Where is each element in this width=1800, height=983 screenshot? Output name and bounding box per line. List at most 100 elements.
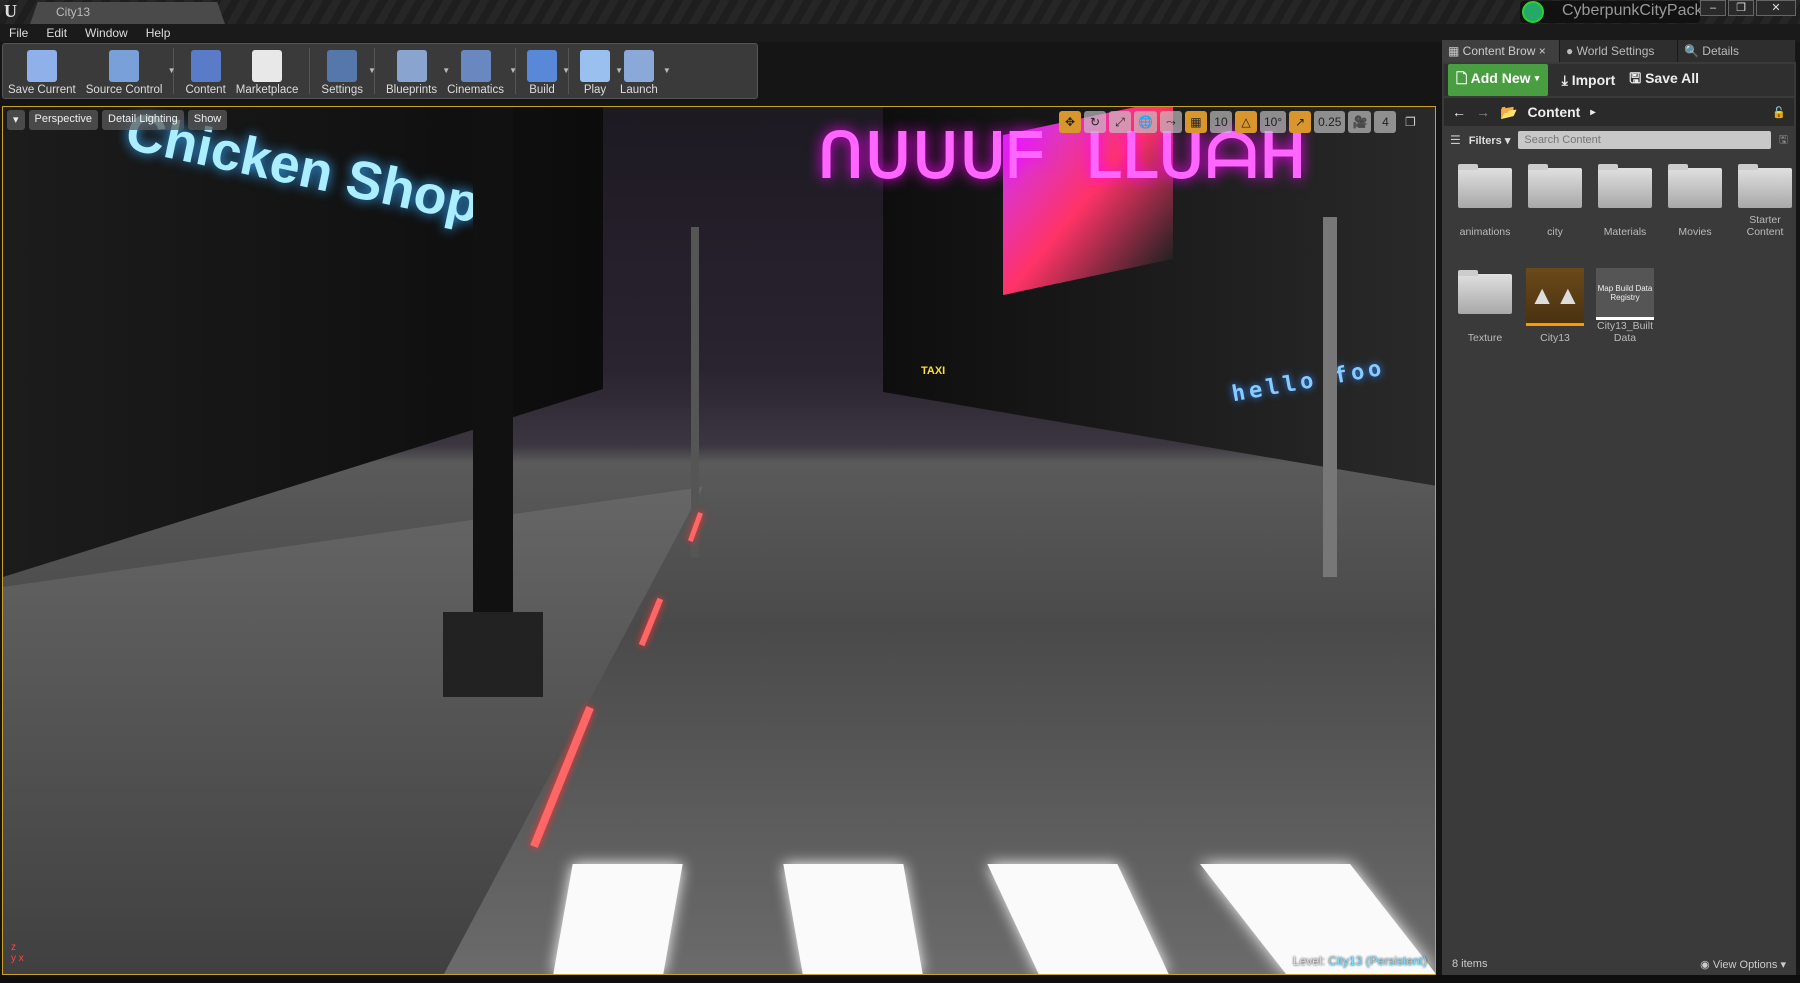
save-all-button[interactable]: 🖫 Save All bbox=[1629, 68, 1699, 92]
filters-button[interactable]: Filters ▾ bbox=[1469, 134, 1511, 147]
content-button[interactable]: Content bbox=[180, 44, 230, 98]
lock-icon[interactable]: 🔓 bbox=[1772, 106, 1786, 119]
asset-tile[interactable]: Materials bbox=[1590, 160, 1660, 260]
tab-details[interactable]: 🔍 Details bbox=[1678, 40, 1796, 62]
view-mode-button[interactable]: Detail Lighting bbox=[102, 110, 184, 130]
blueprints-icon bbox=[396, 50, 427, 82]
save-current-button[interactable]: Save Current bbox=[3, 44, 81, 98]
asset-label: city bbox=[1547, 226, 1563, 238]
asset-tile[interactable]: Texture bbox=[1450, 266, 1520, 366]
rotation-snap-value[interactable]: 10° bbox=[1259, 111, 1287, 133]
dropdown-arrow-icon[interactable]: ▼ bbox=[509, 66, 517, 75]
camera-speed-value[interactable]: 4 bbox=[1374, 111, 1397, 133]
menu-file[interactable]: File bbox=[9, 24, 28, 42]
rotation-snap-icon[interactable]: △ bbox=[1234, 111, 1257, 133]
dropdown-arrow-icon[interactable]: ▼ bbox=[168, 66, 176, 75]
translate-mode-icon[interactable]: ✥ bbox=[1059, 111, 1081, 133]
close-button[interactable]: ✕ bbox=[1756, 0, 1796, 16]
minimize-button[interactable]: – bbox=[1700, 0, 1726, 16]
asset-tile[interactable]: Movies bbox=[1660, 160, 1730, 260]
asset-label: Movies bbox=[1678, 226, 1712, 238]
main-toolbar: Save Current Source Control ▼ Content Market… bbox=[2, 43, 758, 99]
clapper-icon bbox=[460, 50, 491, 82]
folder-icon bbox=[1598, 164, 1652, 208]
scene-crosswalk bbox=[553, 864, 683, 974]
asset-tile[interactable]: Map Build Data Registry City13_Built Data bbox=[1590, 266, 1660, 366]
folder-icon bbox=[1738, 164, 1792, 208]
asset-tile[interactable]: Starter Content bbox=[1730, 160, 1800, 260]
path-chevron-icon[interactable]: ▸ bbox=[1590, 107, 1595, 118]
axis-gizmo-icon: zy x bbox=[11, 942, 24, 964]
file-icon: 🗋 bbox=[1456, 70, 1471, 86]
play-button[interactable]: Play ▼ bbox=[575, 44, 623, 98]
grid-snap-icon[interactable]: ▦ bbox=[1184, 111, 1207, 133]
add-new-button[interactable]: 🗋 Add New ▾ bbox=[1448, 64, 1548, 96]
build-icon bbox=[527, 50, 557, 82]
view-options-button[interactable]: ◉ View Options ▾ bbox=[1700, 958, 1786, 971]
asset-tile[interactable]: animations bbox=[1450, 160, 1520, 260]
asset-tile[interactable]: ▲▲ City13 bbox=[1520, 266, 1590, 366]
restore-button[interactable]: ❐ bbox=[1728, 0, 1754, 16]
toolbar-label: Blueprints bbox=[385, 84, 438, 96]
asset-label: animations bbox=[1459, 226, 1511, 238]
toolbar-label: Content bbox=[185, 84, 226, 96]
document-tab[interactable]: City13 bbox=[30, 2, 225, 24]
asset-label: Texture bbox=[1467, 332, 1503, 344]
camera-speed-icon[interactable]: 🎥 bbox=[1348, 111, 1372, 133]
scene-pole-base bbox=[443, 612, 543, 697]
marketplace-button[interactable]: Marketplace bbox=[231, 44, 304, 98]
menu-edit[interactable]: Edit bbox=[46, 24, 67, 42]
forward-icon[interactable]: → bbox=[1476, 104, 1490, 120]
menu-window[interactable]: Window bbox=[85, 24, 128, 42]
toolbar-label: Save Current bbox=[8, 84, 76, 96]
view-options-label: View Options ▾ bbox=[1712, 959, 1786, 971]
surface-snap-icon[interactable]: ⤳ bbox=[1159, 111, 1182, 133]
level-thumbnail-icon: ▲▲ bbox=[1526, 268, 1584, 326]
import-button[interactable]: ⤓ Import bbox=[1562, 72, 1616, 89]
grid-snap-value[interactable]: 10 bbox=[1209, 111, 1232, 133]
marketplace-icon bbox=[252, 50, 283, 82]
folder-open-icon: 📂 bbox=[1500, 103, 1518, 120]
sources-toggle-icon[interactable]: ☰ bbox=[1450, 133, 1461, 147]
toolbar-label: Source Control bbox=[85, 84, 163, 96]
asset-label: City13 bbox=[1540, 332, 1570, 344]
cinematics-button[interactable]: Cinematics ▼ bbox=[442, 44, 517, 98]
level-viewport[interactable]: Chicken Shop ᑎᑌᑌᑌᖴ ᒪᒪᑌᗩᕼ hello foo TAXI … bbox=[2, 106, 1436, 975]
dropdown-arrow-icon[interactable]: ▼ bbox=[663, 66, 671, 75]
back-icon[interactable]: ← bbox=[1452, 104, 1466, 120]
tab-content-browser[interactable]: ▦ Content Brow × bbox=[1442, 40, 1560, 62]
settings-button[interactable]: Settings ▼ bbox=[316, 44, 376, 98]
tab-label: Content Brow bbox=[1462, 44, 1536, 58]
tab-world-settings[interactable]: ● World Settings bbox=[1560, 40, 1678, 62]
build-button[interactable]: Build ▼ bbox=[522, 44, 570, 98]
level-indicator: Level: City13 (Persistent) bbox=[1293, 954, 1427, 968]
folder-icon bbox=[1458, 270, 1512, 314]
level-label: Level: bbox=[1292, 954, 1325, 968]
save-search-icon[interactable]: 🖫 bbox=[1779, 131, 1788, 150]
source-control-button[interactable]: Source Control ▼ bbox=[81, 44, 175, 98]
dropdown-arrow-icon[interactable]: ▼ bbox=[562, 66, 570, 75]
launch-button[interactable]: Launch ▼ bbox=[615, 44, 671, 98]
project-name: CyberpunkCityPack bbox=[1520, 1, 1703, 23]
asset-tile[interactable]: city bbox=[1520, 160, 1590, 260]
path-content[interactable]: Content bbox=[1527, 104, 1580, 120]
unreal-logo-icon: U bbox=[4, 1, 17, 21]
eye-icon: ◉ bbox=[1700, 959, 1713, 971]
perspective-button[interactable]: Perspective bbox=[28, 110, 99, 130]
scale-mode-icon[interactable]: ⤢ bbox=[1109, 111, 1131, 133]
blueprints-button[interactable]: Blueprints ▼ bbox=[381, 44, 450, 98]
dropdown-arrow-icon[interactable]: ▼ bbox=[368, 66, 376, 75]
taskbar bbox=[0, 975, 1800, 983]
menu-help[interactable]: Help bbox=[146, 24, 171, 42]
maximize-viewport-icon[interactable]: ❐ bbox=[1399, 111, 1421, 133]
show-button[interactable]: Show bbox=[187, 110, 228, 130]
rotate-mode-icon[interactable]: ↻ bbox=[1084, 111, 1106, 133]
search-input[interactable] bbox=[1518, 131, 1771, 149]
scale-snap-value[interactable]: 0.25 bbox=[1314, 111, 1346, 133]
launch-icon bbox=[623, 50, 654, 82]
world-local-icon[interactable]: 🌐 bbox=[1134, 111, 1157, 133]
viewport-options-button[interactable]: ▾ bbox=[7, 110, 25, 130]
scene-crosswalk bbox=[783, 864, 923, 974]
scale-snap-icon[interactable]: ↗ bbox=[1289, 111, 1312, 133]
tab-label: World Settings bbox=[1576, 44, 1655, 58]
